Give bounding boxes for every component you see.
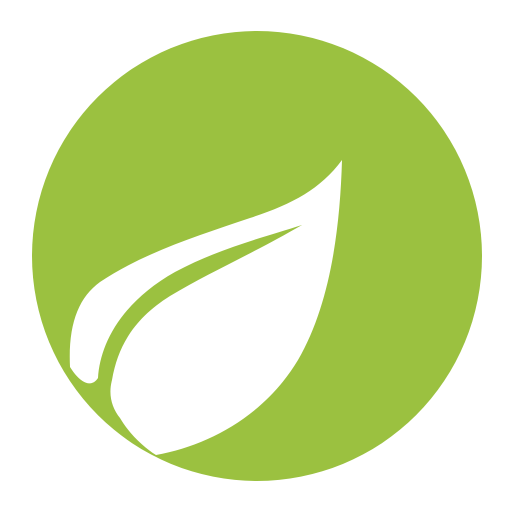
app-icon — [0, 0, 512, 512]
leaf-logo-icon — [32, 31, 482, 481]
